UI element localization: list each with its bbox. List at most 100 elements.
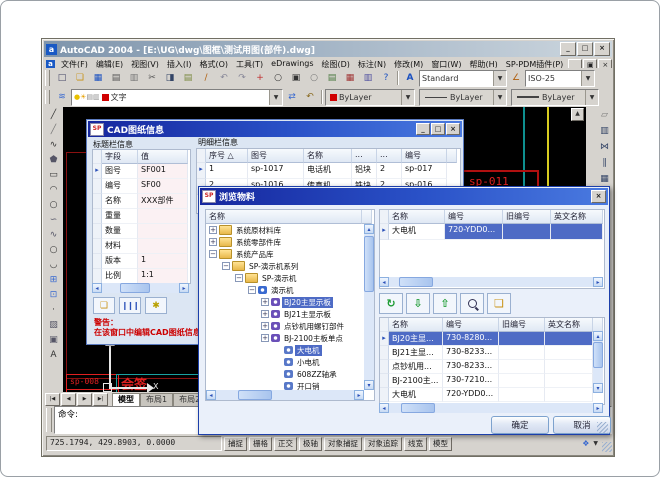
redo-icon[interactable]: ↷ (233, 70, 251, 87)
close-button[interactable]: × (594, 42, 610, 56)
column-header[interactable]: 序号 △ (206, 149, 248, 163)
tree-item[interactable]: −SP-演示机 (206, 272, 364, 284)
tab-model[interactable]: 模型 (112, 393, 140, 406)
matchprop-icon[interactable]: / (197, 70, 215, 87)
column-header[interactable]: 编号 (443, 318, 499, 332)
offset-icon[interactable]: ∥ (597, 155, 612, 171)
table-row[interactable]: BJ-2100主...730-7210... (380, 374, 604, 388)
table-row[interactable]: ▸大电机720-YDD0... (380, 224, 604, 240)
rectangle-icon[interactable]: ▭ (46, 167, 61, 182)
ellipse-arc-icon[interactable]: ◡ (46, 257, 61, 272)
scroll-down-icon[interactable]: ▾ (593, 383, 603, 393)
tab-prev-icon[interactable]: ◀ (61, 393, 76, 406)
arc-icon[interactable]: ◠ (46, 182, 61, 197)
chevron-down-icon[interactable]: ▼ (269, 90, 282, 105)
tree-item[interactable]: +BJ-2100主板单点 (206, 332, 364, 344)
scroll-thumb[interactable] (593, 342, 603, 368)
tree-hscrollbar[interactable]: ◂ ▸ (206, 390, 364, 400)
scroll-right-icon[interactable]: ▸ (179, 283, 189, 293)
collapse-icon[interactable]: − (248, 286, 256, 294)
table-row[interactable]: 重量 (93, 209, 190, 224)
tree-item[interactable]: +系统零部件库 (206, 236, 364, 248)
toolbar-grip[interactable] (45, 70, 50, 86)
status-toggle-线宽[interactable]: 线宽 (404, 437, 427, 451)
column-header[interactable]: 图号 (248, 149, 304, 163)
line-icon[interactable]: ╱ (46, 107, 61, 122)
cut-icon[interactable]: ✂ (143, 70, 161, 87)
maximize-button[interactable]: □ (431, 123, 445, 135)
table-row[interactable]: 大电机720-YDD0... (380, 388, 604, 402)
scroll-left-icon[interactable]: ◂ (206, 390, 216, 400)
array-icon[interactable]: ▦ (597, 171, 612, 187)
scroll-thumb[interactable] (401, 403, 435, 413)
expand-icon[interactable]: + (261, 298, 269, 306)
coordinates-readout[interactable]: 725.1794, 429.8903, 0.0000 (46, 436, 222, 451)
command-grip[interactable] (46, 408, 52, 432)
table-row[interactable]: 点钞机用...730-8233... (380, 360, 604, 374)
tree-item[interactable]: 开口销 (206, 380, 364, 390)
linetype-combo[interactable]: ByLayer ▼ (419, 89, 507, 106)
scroll-down-icon[interactable]: ▾ (364, 380, 374, 390)
revcloud-icon[interactable]: ∽ (46, 212, 61, 227)
status-toggle-模型[interactable]: 模型 (429, 437, 452, 451)
tree-item[interactable]: +BJ20主显示板 (206, 296, 364, 308)
search-icon[interactable] (460, 293, 484, 314)
browse-dialog-titlebar[interactable]: SP 浏览物料 × (200, 188, 608, 205)
bom-vscrollbar[interactable]: ▴ ▾ (593, 331, 603, 393)
tree-item[interactable]: −系统产品库 (206, 248, 364, 260)
column-header[interactable]: 英文名称 (551, 210, 603, 224)
scroll-up-icon[interactable]: ▲ (571, 108, 584, 121)
region-icon[interactable]: ▣ (46, 332, 61, 347)
column-header[interactable]: 字段 (102, 150, 138, 164)
column-header[interactable]: 旧编号 (503, 210, 551, 224)
point-icon[interactable]: · (46, 302, 61, 317)
chevron-down-icon[interactable]: ▼ (493, 90, 506, 105)
table-row[interactable]: 材料 (93, 239, 190, 254)
polygon-icon[interactable]: ⬟ (46, 152, 61, 167)
chevron-down-icon[interactable]: ▼ (585, 90, 598, 105)
top-grid-hscrollbar[interactable]: ◂ ▸ (379, 277, 603, 287)
expand-icon[interactable]: + (261, 310, 269, 318)
polyline-icon[interactable]: ∿ (46, 137, 61, 152)
download-icon[interactable]: ⇩ (406, 293, 430, 314)
table-row[interactable]: 编号SF00 (93, 179, 190, 194)
undo-icon[interactable]: ↶ (215, 70, 233, 87)
ellipse-icon[interactable]: ○ (46, 242, 61, 257)
scroll-left-icon[interactable]: ◂ (379, 277, 389, 287)
zoom-window-icon[interactable]: ▣ (287, 70, 305, 87)
scroll-right-icon[interactable]: ▸ (354, 390, 364, 400)
refresh-icon[interactable]: ↻ (379, 293, 403, 314)
close-button[interactable]: × (591, 190, 606, 203)
toolbar-grip[interactable] (45, 90, 50, 104)
open-icon[interactable]: ❏ (71, 70, 89, 87)
scroll-thumb[interactable] (399, 277, 433, 287)
zoom-previous-icon[interactable]: ○ (305, 70, 323, 87)
cad-info-dialog-titlebar[interactable]: SP CAD图纸信息 _ □ × (88, 121, 462, 137)
scroll-right-icon[interactable]: ▸ (593, 277, 603, 287)
insert-block-icon[interactable]: ⊞ (46, 272, 61, 287)
plot-icon[interactable]: ▤ (107, 70, 125, 87)
chevron-down-icon[interactable]: ▼ (493, 71, 506, 86)
expand-icon[interactable]: + (209, 238, 217, 246)
tree-item[interactable]: 大电机 (206, 344, 364, 356)
collapse-icon[interactable]: − (209, 250, 217, 258)
column-header[interactable]: 编号 (402, 149, 447, 163)
tree-item[interactable]: −演示机 (206, 284, 364, 296)
preview-icon[interactable]: ▥ (125, 70, 143, 87)
resize-grip[interactable] (602, 442, 612, 452)
table-row[interactable]: ▸图号SF001 (93, 164, 190, 179)
scroll-thumb[interactable] (364, 236, 374, 292)
status-toggle-极轴[interactable]: 极轴 (299, 437, 322, 451)
tree-vscrollbar[interactable]: ▴ ▾ (364, 224, 374, 390)
expand-icon[interactable]: + (261, 322, 269, 330)
tree-item[interactable]: 608ZZ轴承 (206, 368, 364, 380)
column-header[interactable]: ... (352, 149, 377, 163)
tree-header[interactable]: 名称 (206, 210, 362, 224)
ok-button[interactable]: 确定 (491, 416, 549, 434)
minimize-button[interactable]: _ (416, 123, 430, 135)
tree-item[interactable]: 小电机 (206, 356, 364, 368)
designcenter-icon[interactable]: ▦ (341, 70, 359, 87)
copy-object-icon[interactable]: ▥ (597, 123, 612, 139)
collapse-icon[interactable]: − (222, 262, 230, 270)
make-layer-current-icon[interactable]: ⇄ (283, 89, 301, 106)
